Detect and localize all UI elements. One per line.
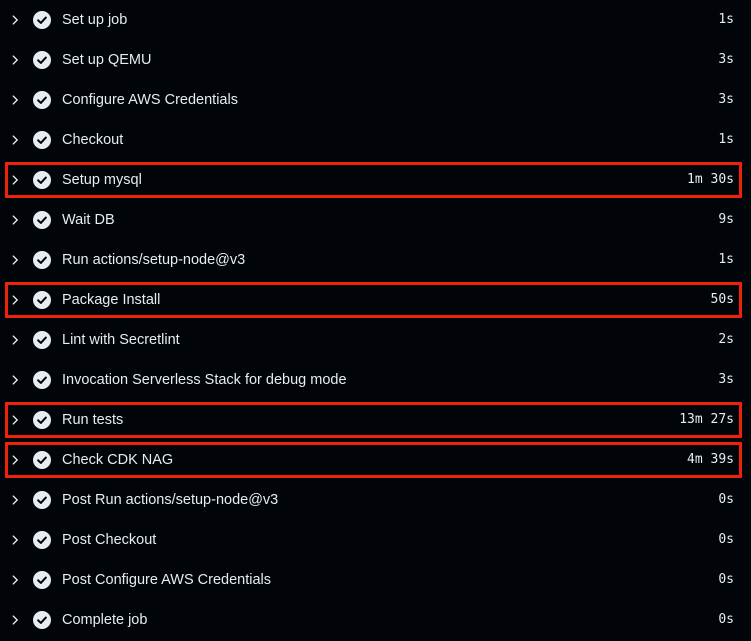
workflow-step-row[interactable]: Post Run actions/setup-node@v3 0s (0, 480, 751, 520)
workflow-step-row[interactable]: Checkout 1s (0, 120, 751, 160)
step-label: Set up job (62, 12, 128, 28)
workflow-steps-list: Set up job 1s Set up QEMU 3s Configure AWS C… (0, 0, 751, 641)
chevron-right-icon[interactable] (8, 573, 22, 587)
chevron-right-icon[interactable] (8, 13, 22, 27)
chevron-right-icon[interactable] (8, 373, 22, 387)
check-circle-icon (33, 531, 51, 549)
check-circle-icon (33, 571, 51, 589)
chevron-right-icon[interactable] (8, 333, 22, 347)
workflow-step-row[interactable]: Wait DB 9s (0, 200, 751, 240)
chevron-right-icon[interactable] (8, 613, 22, 627)
workflow-step-row[interactable]: Invocation Serverless Stack for debug mo… (0, 360, 751, 400)
workflow-step-row[interactable]: Post Configure AWS Credentials 0s (0, 560, 751, 600)
step-label: Post Checkout (62, 532, 157, 548)
workflow-step-row[interactable]: Setup mysql 1m 30s (0, 160, 751, 200)
check-circle-icon (33, 211, 51, 229)
step-duration: 9s (718, 212, 734, 227)
check-circle-icon (33, 331, 51, 349)
workflow-step-row[interactable]: Run actions/setup-node@v3 1s (0, 240, 751, 280)
check-circle-icon (33, 371, 51, 389)
step-label: Configure AWS Credentials (62, 92, 238, 108)
step-duration: 4m 39s (687, 452, 734, 467)
check-circle-icon (33, 131, 51, 149)
chevron-right-icon[interactable] (8, 253, 22, 267)
chevron-right-icon[interactable] (8, 413, 22, 427)
step-duration: 50s (710, 292, 734, 307)
step-duration: 0s (718, 532, 734, 547)
workflow-step-row[interactable]: Complete job 0s (0, 600, 751, 640)
workflow-step-row[interactable]: Check CDK NAG 4m 39s (0, 440, 751, 480)
workflow-step-row[interactable]: Set up QEMU 3s (0, 40, 751, 80)
workflow-step-row[interactable]: Post Checkout 0s (0, 520, 751, 560)
check-circle-icon (33, 11, 51, 29)
step-label: Run actions/setup-node@v3 (62, 252, 246, 268)
step-label: Set up QEMU (62, 52, 152, 68)
step-duration: 0s (718, 572, 734, 587)
step-label: Invocation Serverless Stack for debug mo… (62, 372, 347, 388)
step-duration: 3s (718, 372, 734, 387)
workflow-step-row[interactable]: Lint with Secretlint 2s (0, 320, 751, 360)
check-circle-icon (33, 251, 51, 269)
step-label: Wait DB (62, 212, 115, 228)
chevron-right-icon[interactable] (8, 213, 22, 227)
check-circle-icon (33, 51, 51, 69)
chevron-right-icon[interactable] (8, 133, 22, 147)
check-circle-icon (33, 91, 51, 109)
step-duration: 3s (718, 92, 734, 107)
check-circle-icon (33, 291, 51, 309)
check-circle-icon (33, 411, 51, 429)
step-label: Post Run actions/setup-node@v3 (62, 492, 279, 508)
chevron-right-icon[interactable] (8, 53, 22, 67)
check-circle-icon (33, 171, 51, 189)
chevron-right-icon[interactable] (8, 493, 22, 507)
step-label: Complete job (62, 612, 148, 628)
workflow-step-row[interactable]: Run tests 13m 27s (0, 400, 751, 440)
chevron-right-icon[interactable] (8, 533, 22, 547)
step-duration: 13m 27s (679, 412, 734, 427)
step-duration: 1s (718, 132, 734, 147)
chevron-right-icon[interactable] (8, 93, 22, 107)
step-label: Post Configure AWS Credentials (62, 572, 272, 588)
step-duration: 0s (718, 492, 734, 507)
step-label: Checkout (62, 132, 124, 148)
chevron-right-icon[interactable] (8, 293, 22, 307)
step-label: Run tests (62, 412, 124, 428)
workflow-step-row[interactable]: Package Install 50s (0, 280, 751, 320)
check-circle-icon (33, 611, 51, 629)
workflow-step-row[interactable]: Set up job 1s (0, 0, 751, 40)
step-duration: 3s (718, 52, 734, 67)
step-duration: 1m 30s (687, 172, 734, 187)
step-duration: 1s (718, 12, 734, 27)
step-label: Setup mysql (62, 172, 142, 188)
step-label: Lint with Secretlint (62, 332, 180, 348)
step-duration: 1s (718, 252, 734, 267)
step-duration: 2s (718, 332, 734, 347)
check-circle-icon (33, 451, 51, 469)
chevron-right-icon[interactable] (8, 173, 22, 187)
chevron-right-icon[interactable] (8, 453, 22, 467)
workflow-step-row[interactable]: Configure AWS Credentials 3s (0, 80, 751, 120)
step-duration: 0s (718, 612, 734, 627)
step-label: Check CDK NAG (62, 452, 174, 468)
step-label: Package Install (62, 292, 161, 308)
check-circle-icon (33, 491, 51, 509)
